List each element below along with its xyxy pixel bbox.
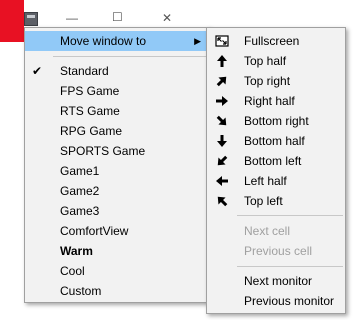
submenu-item-top-right[interactable]: Top right: [207, 71, 345, 91]
arrow-left-icon: [215, 174, 229, 188]
submenu-item-label: Top half: [244, 54, 287, 68]
menu-item-label: Custom: [60, 284, 102, 298]
checkmark-icon: ✔: [32, 64, 43, 78]
menu-item-custom[interactable]: Custom: [25, 281, 209, 301]
submenu-separator: [237, 266, 343, 267]
menu-item-rts-game[interactable]: RTS Game: [25, 101, 209, 121]
menu-item-label: RPG Game: [60, 124, 123, 138]
submenu-item-left-half[interactable]: Left half: [207, 171, 345, 191]
menu-item-label: Warm: [60, 244, 93, 258]
submenu-item-previous-monitor[interactable]: Previous monitor: [207, 291, 345, 311]
submenu-item-label: Left half: [244, 174, 287, 188]
arrow-down-icon: [215, 134, 229, 148]
submenu-item-top-left[interactable]: Top left: [207, 191, 345, 211]
submenu-item-label: Top left: [244, 194, 283, 208]
arrow-right-icon: [215, 94, 229, 108]
menu-item-label: Standard: [60, 64, 109, 78]
menu-item-warm[interactable]: Warm: [25, 241, 209, 261]
menu-item-move-window-to[interactable]: Move window to ▶: [25, 31, 209, 51]
submenu-item-bottom-left[interactable]: Bottom left: [207, 151, 345, 171]
maximize-icon[interactable]: ☐: [112, 11, 123, 23]
submenu-item-next-monitor[interactable]: Next monitor: [207, 271, 345, 291]
screen: — ☐ ✕ Move window to ▶ ✔ Standard FPS Ga…: [0, 0, 360, 320]
menu-item-label: FPS Game: [60, 84, 120, 98]
submenu-item-right-half[interactable]: Right half: [207, 91, 345, 111]
submenu-arrow-icon: ▶: [194, 36, 201, 46]
submenu-item-label: Bottom left: [244, 154, 302, 168]
menu-item-label: Game2: [60, 184, 100, 198]
arrow-up-right-icon: [215, 74, 229, 88]
submenu-item-bottom-half[interactable]: Bottom half: [207, 131, 345, 151]
fullscreen-icon: [215, 34, 229, 48]
arrow-up-icon: [215, 54, 229, 68]
submenu-item-label: Right half: [244, 94, 295, 108]
submenu-item-next-cell: Next cell: [207, 221, 345, 241]
menu-item-label: Cool: [60, 264, 85, 278]
menu-item-game3[interactable]: Game3: [25, 201, 209, 221]
minimize-icon[interactable]: —: [66, 12, 78, 24]
menu-item-game2[interactable]: Game2: [25, 181, 209, 201]
menu-item-comfortview[interactable]: ComfortView: [25, 221, 209, 241]
submenu-item-top-half[interactable]: Top half: [207, 51, 345, 71]
move-window-submenu: Fullscreen Top half Top right Right half…: [206, 27, 346, 314]
close-icon[interactable]: ✕: [162, 12, 172, 24]
menu-item-label: Move window to: [60, 34, 147, 48]
submenu-item-label: Previous monitor: [244, 294, 335, 308]
menu-item-game1[interactable]: Game1: [25, 161, 209, 181]
menu-item-label: SPORTS Game: [60, 144, 146, 158]
submenu-item-label: Next monitor: [244, 274, 313, 288]
arrow-up-left-icon: [215, 194, 229, 208]
submenu-item-bottom-right[interactable]: Bottom right: [207, 111, 345, 131]
submenu-item-label: Bottom half: [244, 134, 305, 148]
menu-item-sports-game[interactable]: SPORTS Game: [25, 141, 209, 161]
menu-item-label: Game3: [60, 204, 100, 218]
arrow-down-right-icon: [215, 114, 229, 128]
menu-item-label: Game1: [60, 164, 100, 178]
submenu-separator: [237, 215, 343, 216]
submenu-item-previous-cell: Previous cell: [207, 241, 345, 261]
submenu-item-fullscreen[interactable]: Fullscreen: [207, 31, 345, 51]
menu-item-fps-game[interactable]: FPS Game: [25, 81, 209, 101]
menu-item-rpg-game[interactable]: RPG Game: [25, 121, 209, 141]
submenu-item-label: Previous cell: [244, 244, 313, 258]
submenu-item-label: Next cell: [244, 224, 291, 238]
titlebar-red-strip: [0, 0, 24, 42]
submenu-item-label: Top right: [244, 74, 291, 88]
submenu-item-label: Fullscreen: [244, 34, 300, 48]
menu-item-standard[interactable]: ✔ Standard: [25, 61, 209, 81]
app-icon[interactable]: [24, 12, 38, 26]
menu-separator: [53, 56, 207, 57]
submenu-item-label: Bottom right: [244, 114, 309, 128]
menu-item-label: ComfortView: [60, 224, 129, 238]
menu-item-cool[interactable]: Cool: [25, 261, 209, 281]
arrow-down-left-icon: [215, 154, 229, 168]
menu-item-label: RTS Game: [60, 104, 120, 118]
context-menu: Move window to ▶ ✔ Standard FPS Game RTS…: [24, 27, 210, 303]
